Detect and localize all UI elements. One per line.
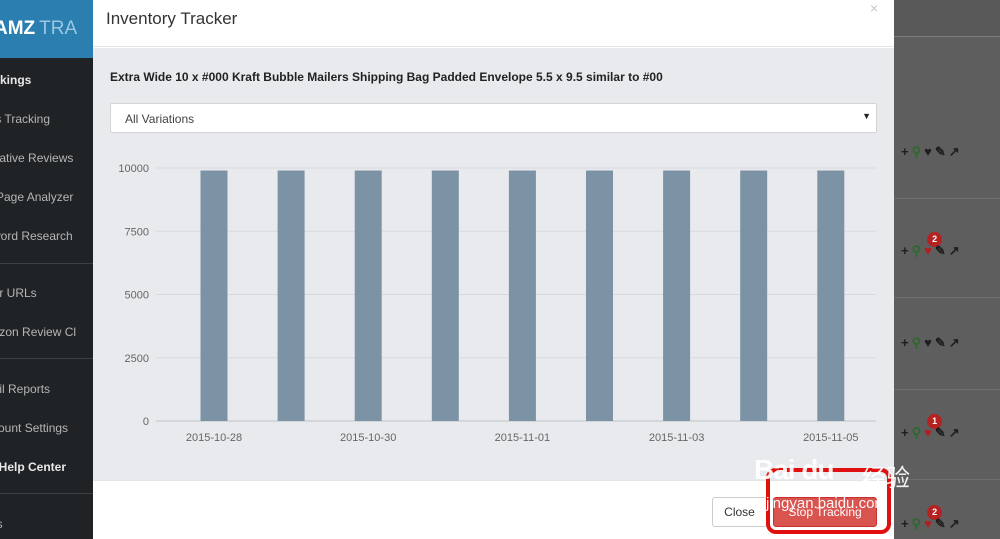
sidebar-item[interactable]: nail Reports <box>0 382 93 396</box>
pencil-icon[interactable]: ✎ <box>935 336 946 349</box>
pencil-icon[interactable]: ✎ <box>935 517 946 530</box>
external-link-icon[interactable]: ↗ <box>949 145 960 158</box>
y-tick-label: 7500 <box>125 226 149 238</box>
search-icon[interactable]: ⚲ <box>912 426 922 439</box>
pencil-icon[interactable]: ✎ <box>935 244 946 257</box>
table-row-actions: + ⚲ ♥ 1 ✎ ↗ <box>901 414 960 439</box>
sidebar-item[interactable]: egative Reviews <box>0 151 93 165</box>
sidebar-divider <box>0 358 93 359</box>
inventory-chart: 0 2500 5000 7500 10000 2015-10-28 2015-10-30 20… <box>93 148 894 448</box>
x-tick-label: 2015-10-30 <box>340 432 396 444</box>
sidebar-divider <box>0 263 93 264</box>
chart-bar[interactable] <box>200 170 228 421</box>
chart-bar[interactable] <box>277 170 305 421</box>
sidebar-item[interactable]: ankings <box>0 73 93 87</box>
sidebar-divider <box>0 493 93 494</box>
sidebar-item[interactable]: ers <box>0 517 93 531</box>
table-row-actions: + ⚲ ♥ 2 ✎ ↗ <box>901 505 960 530</box>
modal-body: Extra Wide 10 x #000 Kraft Bubble Mailer… <box>93 48 894 480</box>
search-icon[interactable]: ⚲ <box>912 145 922 158</box>
top-toolbar-strip <box>893 0 1000 37</box>
heart-icon[interactable]: ♥ <box>924 336 932 349</box>
variation-select[interactable]: All Variations ▼ <box>110 103 877 133</box>
row-divider <box>893 297 1000 298</box>
chart-bar[interactable] <box>431 170 459 421</box>
sidebar-item[interactable]: w Help Center <box>0 460 93 474</box>
logo: AMZ TRA <box>0 18 78 39</box>
logo-bar[interactable]: AMZ TRA <box>0 0 93 58</box>
search-icon[interactable]: ⚲ <box>912 244 922 257</box>
sidebar: AMZTRA ankings les Tracking egative Review… <box>0 0 93 539</box>
y-tick-label: 0 <box>143 416 149 428</box>
sidebar-item[interactable]: ccount Settings <box>0 421 93 435</box>
row-divider <box>893 479 1000 480</box>
external-link-icon[interactable]: ↗ <box>949 244 960 257</box>
plus-icon[interactable]: + <box>901 336 909 349</box>
sidebar-item[interactable]: yword Research <box>0 229 93 243</box>
inventory-chart-svg: 0 2500 5000 7500 10000 2015-10-28 2015-10-30 20… <box>118 163 876 444</box>
external-link-icon[interactable]: ↗ <box>949 336 960 349</box>
table-row-actions: + ⚲ ♥ 2 ✎ ↗ <box>901 232 960 257</box>
search-icon[interactable]: ⚲ <box>912 336 922 349</box>
chart-bar[interactable] <box>508 170 536 421</box>
y-tick-label: 10000 <box>118 163 149 175</box>
chart-bar[interactable] <box>663 170 691 421</box>
plus-icon[interactable]: + <box>901 244 909 257</box>
external-link-icon[interactable]: ↗ <box>949 426 960 439</box>
sidebar-item[interactable]: nazon Review Cl <box>0 325 93 339</box>
heart-icon[interactable]: ♥ 1 <box>924 414 943 439</box>
y-tick-label: 2500 <box>125 353 149 365</box>
close-icon[interactable]: × <box>870 0 878 16</box>
sidebar-item[interactable]: per URLs <box>0 286 93 300</box>
highlight-annotation <box>766 468 891 534</box>
plus-icon[interactable]: + <box>901 426 909 439</box>
pencil-icon[interactable]: ✎ <box>935 426 946 439</box>
chart-bar[interactable] <box>354 170 382 421</box>
x-tick-label: 2015-11-05 <box>803 432 858 444</box>
x-tick-label: 2015-10-28 <box>186 432 242 444</box>
chart-bar[interactable] <box>740 170 768 421</box>
heart-icon[interactable]: ♥ <box>924 145 932 158</box>
close-button[interactable]: Close <box>712 497 767 527</box>
row-divider <box>893 198 1000 199</box>
pencil-icon[interactable]: ✎ <box>935 145 946 158</box>
variation-select-value: All Variations <box>125 112 195 126</box>
heart-icon[interactable]: ♥ 2 <box>924 505 943 530</box>
sidebar-item[interactable]: n Page Analyzer <box>0 190 93 204</box>
chart-bar[interactable] <box>586 170 613 421</box>
table-row-actions: + ⚲ ♥ ✎ ↗ <box>901 336 960 349</box>
sidebar-item[interactable]: les Tracking <box>0 112 93 126</box>
caret-down-icon: ▼ <box>862 111 871 121</box>
product-title: Extra Wide 10 x #000 Kraft Bubble Mailer… <box>110 70 663 84</box>
external-link-icon[interactable]: ↗ <box>949 517 960 530</box>
plus-icon[interactable]: + <box>901 517 909 530</box>
inventory-tracker-modal: Inventory Tracker × Extra Wide 10 x #000… <box>93 0 894 539</box>
plus-icon[interactable]: + <box>901 145 909 158</box>
chart-bar[interactable] <box>817 170 845 421</box>
x-tick-label: 2015-11-03 <box>649 432 704 444</box>
y-tick-label: 5000 <box>125 290 149 302</box>
table-row-actions: + ⚲ ♥ ✎ ↗ <box>901 145 960 158</box>
row-divider <box>893 389 1000 390</box>
modal-header: Inventory Tracker × <box>93 0 894 47</box>
modal-title: Inventory Tracker <box>106 9 238 28</box>
heart-icon[interactable]: ♥ 2 <box>924 232 943 257</box>
x-tick-label: 2015-11-01 <box>495 432 550 444</box>
search-icon[interactable]: ⚲ <box>912 517 922 530</box>
